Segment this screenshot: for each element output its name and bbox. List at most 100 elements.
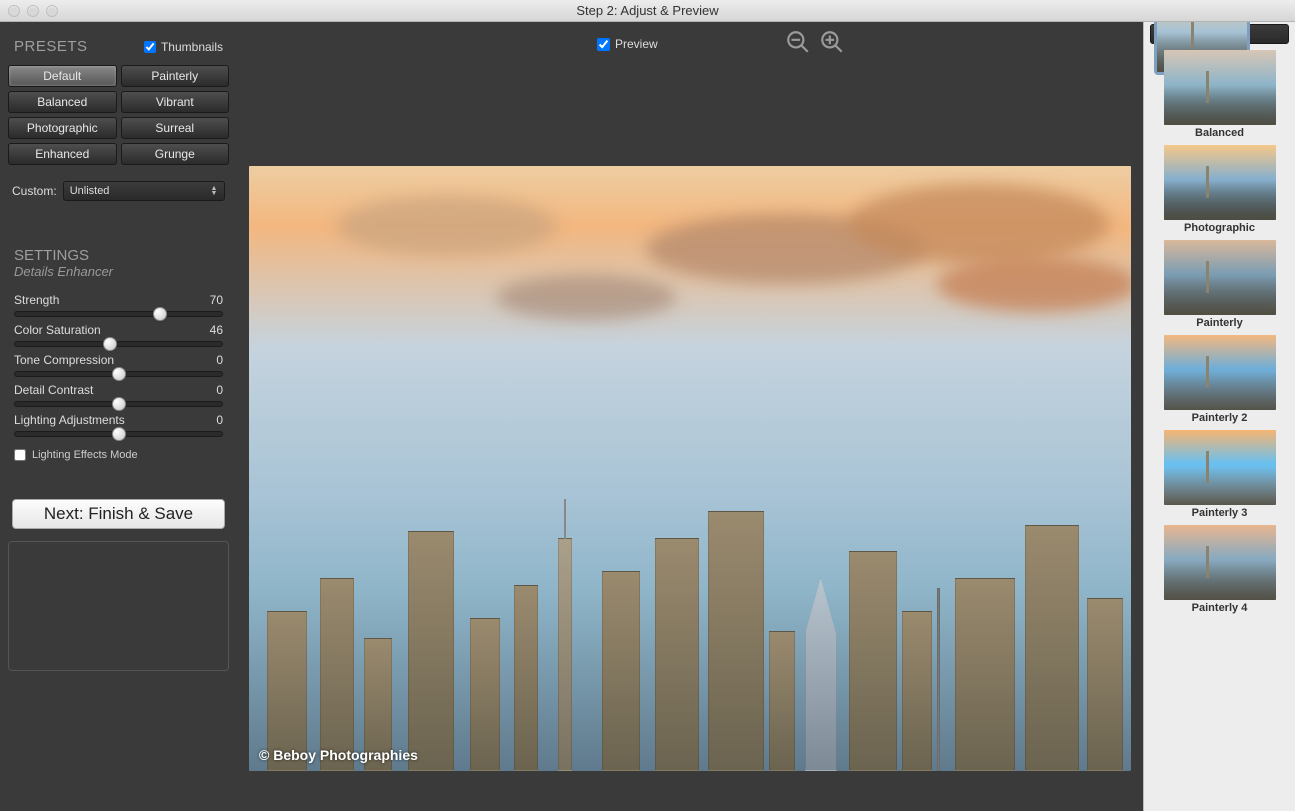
thumbnail-spire-icon xyxy=(1191,22,1194,49)
preset-button-balanced[interactable]: Balanced xyxy=(8,91,117,113)
thumbnail-painterly-2[interactable]: Painterly 2 xyxy=(1150,335,1289,424)
thumbnail-city xyxy=(1164,276,1276,315)
thumbnail-photographic[interactable]: Photographic xyxy=(1150,145,1289,234)
slider-track[interactable] xyxy=(14,431,223,437)
thumbnail-city xyxy=(1164,466,1276,505)
image-watermark: © Beboy Photographies xyxy=(259,747,418,763)
slider-label: Strength xyxy=(14,293,59,307)
thumbnail-spire-icon xyxy=(1206,166,1209,198)
slider-tone-compression: Tone Compression 0 xyxy=(14,353,223,377)
select-arrows-icon: ▲▼ xyxy=(208,186,220,196)
cloud-icon xyxy=(937,257,1131,312)
preset-button-vibrant[interactable]: Vibrant xyxy=(121,91,230,113)
preset-thumbnails-panel[interactable]: Default Balanced Photographic Painterly Pain… xyxy=(1143,22,1295,811)
thumbnail-spire-icon xyxy=(1206,546,1209,578)
thumbnail-label: Painterly 2 xyxy=(1150,412,1289,424)
lighting-effects-mode-input[interactable] xyxy=(14,449,26,461)
preview-toolbar: Preview xyxy=(237,22,1143,66)
slider-label: Color Saturation xyxy=(14,323,101,337)
presets-header: PRESETS Thumbnails xyxy=(14,38,223,55)
slider-lighting-adjustments: Lighting Adjustments 0 xyxy=(14,413,223,437)
main-preview-area: Preview xyxy=(237,22,1143,811)
preview-image[interactable]: © Beboy Photographies xyxy=(249,166,1131,771)
custom-preset-select[interactable]: Unlisted ▲▼ xyxy=(63,181,225,201)
slider-label: Detail Contrast xyxy=(14,383,93,397)
thumbnail-city xyxy=(1164,371,1276,410)
cloud-icon xyxy=(849,184,1109,264)
custom-label: Custom: xyxy=(12,184,57,198)
thumbnail-label: Painterly 3 xyxy=(1150,507,1289,519)
thumbnail-painterly-3[interactable]: Painterly 3 xyxy=(1150,430,1289,519)
preset-button-surreal[interactable]: Surreal xyxy=(121,117,230,139)
slider-value: 0 xyxy=(216,413,223,427)
thumbnail-label: Balanced xyxy=(1150,127,1289,139)
thumbnail-image[interactable] xyxy=(1164,50,1276,125)
preset-grid: DefaultPainterlyBalancedVibrantPhotograp… xyxy=(8,65,229,165)
slider-value: 46 xyxy=(210,323,223,337)
zoom-in-icon[interactable] xyxy=(819,29,845,60)
custom-preset-row: Custom: Unlisted ▲▼ xyxy=(12,181,225,201)
thumbnail-image[interactable] xyxy=(1164,240,1276,315)
thumbnail-city xyxy=(1164,181,1276,220)
thumbnail-image[interactable] xyxy=(1164,430,1276,505)
thumbnails-checkbox[interactable]: Thumbnails xyxy=(144,40,223,54)
thumbnail-label: Painterly 4 xyxy=(1150,602,1289,614)
preset-button-default[interactable]: Default xyxy=(8,65,117,87)
slider-value: 0 xyxy=(216,353,223,367)
zoom-out-icon[interactable] xyxy=(785,29,811,60)
lighting-effects-mode-checkbox[interactable]: Lighting Effects Mode xyxy=(14,449,223,461)
slider-track[interactable] xyxy=(14,341,223,347)
thumbnail-label: Default xyxy=(1247,29,1284,41)
thumbnails-checkbox-input[interactable] xyxy=(144,41,156,53)
thumbnail-image[interactable] xyxy=(1164,525,1276,600)
slider-thumb[interactable] xyxy=(112,367,126,381)
thumbnail-image[interactable] xyxy=(1164,145,1276,220)
settings-header: SETTINGS Details Enhancer xyxy=(14,247,223,279)
preview-checkbox-input[interactable] xyxy=(597,38,610,51)
window-title: Step 2: Adjust & Preview xyxy=(0,3,1295,18)
thumbnail-spire-icon xyxy=(1206,451,1209,483)
cloud-icon xyxy=(337,196,557,256)
preview-checkbox[interactable]: Preview xyxy=(597,37,658,51)
preset-button-photographic[interactable]: Photographic xyxy=(8,117,117,139)
slider-value: 70 xyxy=(210,293,223,307)
thumbnail-spire-icon xyxy=(1206,71,1209,103)
thumbnail-default[interactable]: Default xyxy=(1150,24,1289,44)
slider-track[interactable] xyxy=(14,311,223,317)
thumbnail-image[interactable] xyxy=(1164,335,1276,410)
thumbnail-balanced[interactable]: Balanced xyxy=(1150,50,1289,139)
settings-heading: SETTINGS xyxy=(14,247,223,264)
slider-thumb[interactable] xyxy=(103,337,117,351)
preview-label: Preview xyxy=(615,37,658,51)
slider-track[interactable] xyxy=(14,401,223,407)
thumbnail-painterly-4[interactable]: Painterly 4 xyxy=(1150,525,1289,614)
preset-button-enhanced[interactable]: Enhanced xyxy=(8,143,117,165)
thumbnail-city xyxy=(1164,561,1276,600)
thumbnail-city xyxy=(1164,86,1276,125)
slider-label: Tone Compression xyxy=(14,353,114,367)
thumbnail-spire-icon xyxy=(1206,356,1209,388)
preset-button-grunge[interactable]: Grunge xyxy=(121,143,230,165)
preset-button-painterly[interactable]: Painterly xyxy=(121,65,230,87)
slider-thumb[interactable] xyxy=(153,307,167,321)
lighting-effects-mode-label: Lighting Effects Mode xyxy=(32,449,138,461)
cloud-icon xyxy=(496,275,676,320)
next-finish-save-button[interactable]: Next: Finish & Save xyxy=(12,499,225,529)
thumbnail-label: Photographic xyxy=(1150,222,1289,234)
sliders-container: Strength 70 Color Saturation 46 Tone Compres… xyxy=(8,289,229,443)
angled-tower-icon xyxy=(805,578,837,771)
slider-label: Lighting Adjustments xyxy=(14,413,125,427)
presets-heading: PRESETS xyxy=(14,38,88,55)
slider-strength: Strength 70 xyxy=(14,293,223,317)
thumbnail-painterly[interactable]: Painterly xyxy=(1150,240,1289,329)
slider-thumb[interactable] xyxy=(112,427,126,441)
thumbnail-spire-icon xyxy=(1206,261,1209,293)
slider-track[interactable] xyxy=(14,371,223,377)
slider-color-saturation: Color Saturation 46 xyxy=(14,323,223,347)
antenna-icon xyxy=(937,588,940,771)
thumbnails-label: Thumbnails xyxy=(161,40,223,54)
window-titlebar: Step 2: Adjust & Preview xyxy=(0,0,1295,22)
preview-skyline xyxy=(249,438,1131,771)
empire-state-building-icon xyxy=(558,538,572,771)
slider-thumb[interactable] xyxy=(112,397,126,411)
